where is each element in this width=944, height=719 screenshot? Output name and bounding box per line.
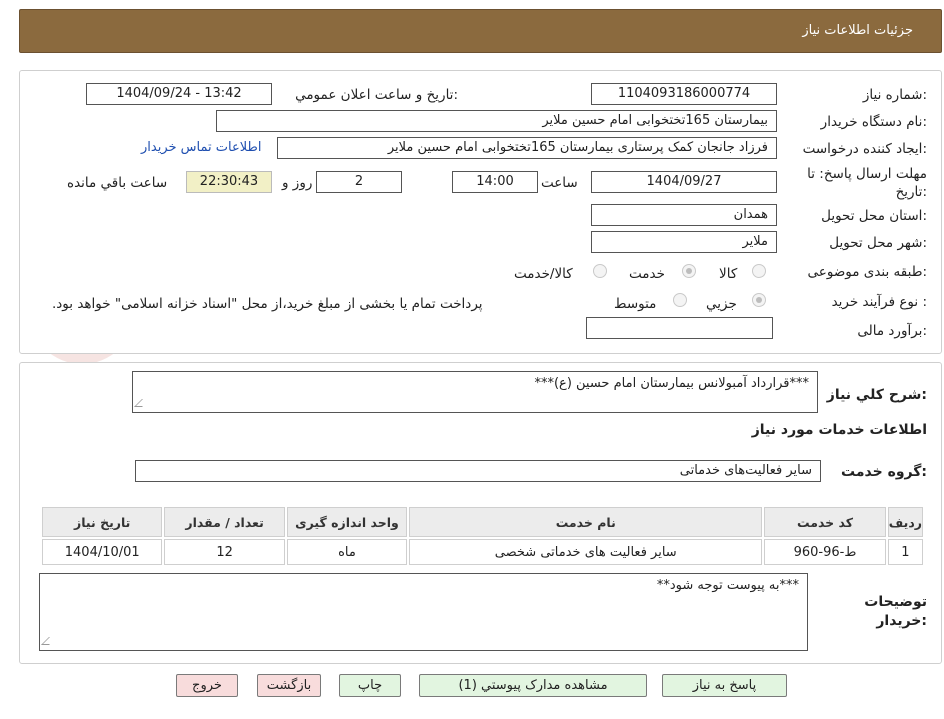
- category-radio-goods-service[interactable]: [593, 264, 607, 278]
- requester-field: فرزاد جانجان کمک پرستاری بیمارستان 165تخ…: [277, 137, 777, 159]
- category-label: طبقه بندی موضوعی:: [807, 264, 927, 280]
- col-qty-header: تعداد / مقدار: [164, 507, 285, 537]
- cell-unit: ماه: [286, 539, 408, 565]
- page-title: جزئیات اطلاعات نیاز: [802, 23, 913, 38]
- category-option-goods: کالا: [719, 266, 738, 282]
- deadline-label-2: تاریخ:: [895, 184, 927, 200]
- buyer-notes-label: توضیحات: [864, 594, 927, 610]
- deadline-time-label: ساعت: [541, 175, 578, 191]
- category-radio-service[interactable]: [682, 264, 696, 278]
- general-desc-textarea[interactable]: ***قرارداد آمبولانس بیمارستان امام حسین …: [132, 371, 818, 413]
- buyer-notes-textarea[interactable]: **به پیوست توجه شود***: [39, 573, 808, 651]
- cell-code: ط-96-960: [764, 539, 886, 565]
- services-heading: اطلاعات خدمات مورد نیاز: [751, 422, 927, 438]
- days-field: 2: [316, 171, 402, 193]
- remaining-time-label: ساعت باقي مانده: [67, 175, 168, 191]
- buyer-notes-text: **به پیوست توجه شود***: [656, 578, 799, 593]
- buyer-contact-link[interactable]: اطلاعات تماس خریدار: [141, 140, 261, 155]
- col-name-header: نام خدمت: [409, 507, 763, 537]
- col-date-header: تاریخ نیاز: [42, 507, 163, 537]
- estimate-field: [586, 317, 773, 339]
- exit-button[interactable]: خروج: [176, 674, 238, 697]
- deadline-time-field: 14:00: [452, 171, 538, 193]
- category-option-service: خدمت: [629, 266, 665, 282]
- announce-label: تاریخ و ساعت اعلان عمومي:: [295, 87, 458, 103]
- service-group-label: گروه خدمت:: [841, 464, 927, 480]
- cell-name: سایر فعالیت های خدماتی شخصی: [409, 539, 763, 565]
- view-attachments-button[interactable]: مشاهده مدارک پیوستي (1): [419, 674, 647, 697]
- requester-label: ایجاد کننده درخواست:: [802, 141, 927, 157]
- days-label: روز و: [282, 175, 313, 191]
- city-field: ملایر: [591, 231, 777, 253]
- treasury-payment-note: پرداخت تمام یا بخشی از مبلغ خرید،از محل …: [52, 296, 483, 312]
- services-table-header: ردیف کد خدمت نام خدمت واحد اندازه گیری ت…: [42, 507, 923, 537]
- need-number-field: 1104093186000774: [591, 83, 777, 105]
- category-option-goods-service: کالا/خدمت: [514, 266, 573, 282]
- deadline-date-field: 1404/09/27: [591, 171, 777, 193]
- print-button[interactable]: چاپ: [339, 674, 401, 697]
- announce-datetime-field: 1404/09/24 - 13:42: [86, 83, 272, 105]
- services-table: ردیف کد خدمت نام خدمت واحد اندازه گیری ت…: [40, 505, 925, 567]
- need-info-panel: شماره نیاز: 1104093186000774 تاریخ و ساع…: [19, 70, 942, 354]
- process-radio-medium[interactable]: [673, 293, 687, 307]
- col-row-header: ردیف: [887, 507, 923, 537]
- general-desc-label: شرح کلي نیاز:: [826, 387, 927, 403]
- back-button[interactable]: بازگشت: [257, 674, 321, 697]
- col-code-header: کد خدمت: [764, 507, 886, 537]
- resize-handle-icon[interactable]: [41, 637, 57, 645]
- province-label: استان محل تحویل:: [821, 208, 927, 224]
- deadline-label: مهلت ارسال پاسخ: تا: [807, 166, 927, 182]
- service-group-field: سایر فعالیت‌های خدماتی: [135, 460, 821, 482]
- buyer-org-field: بیمارستان 165تختخوابی امام حسین ملایر: [216, 110, 777, 132]
- buyer-org-label: نام دستگاه خریدار:: [820, 114, 927, 130]
- page-header: جزئیات اطلاعات نیاز: [19, 9, 942, 53]
- process-option-minor: جزيي: [706, 296, 737, 312]
- province-field: همدان: [591, 204, 777, 226]
- cell-date: 1404/10/01: [42, 539, 163, 565]
- need-number-label: شماره نیاز:: [862, 87, 927, 103]
- reply-button[interactable]: پاسخ به نیاز: [662, 674, 787, 697]
- process-option-medium: متوسط: [614, 296, 657, 312]
- city-label: شهر محل تحویل:: [829, 235, 927, 251]
- estimate-label: برآورد مالی:: [857, 323, 927, 339]
- need-details-panel: شرح کلي نیاز: ***قرارداد آمبولانس بیمارس…: [19, 362, 942, 664]
- process-radio-minor[interactable]: [752, 293, 766, 307]
- general-desc-text: ***قرارداد آمبولانس بیمارستان امام حسین …: [534, 376, 809, 391]
- buyer-notes-label-2: خریدار:: [876, 613, 927, 629]
- resize-handle-icon[interactable]: [134, 399, 150, 407]
- col-unit-header: واحد اندازه گیری: [286, 507, 408, 537]
- process-label: نوع فرآیند خرید :: [831, 294, 927, 310]
- cell-row: 1: [887, 539, 923, 565]
- remaining-time-field: 22:30:43: [186, 171, 272, 193]
- table-row: 1 ط-96-960 سایر فعالیت های خدماتی شخصی م…: [42, 539, 923, 565]
- cell-qty: 12: [164, 539, 285, 565]
- category-radio-goods[interactable]: [752, 264, 766, 278]
